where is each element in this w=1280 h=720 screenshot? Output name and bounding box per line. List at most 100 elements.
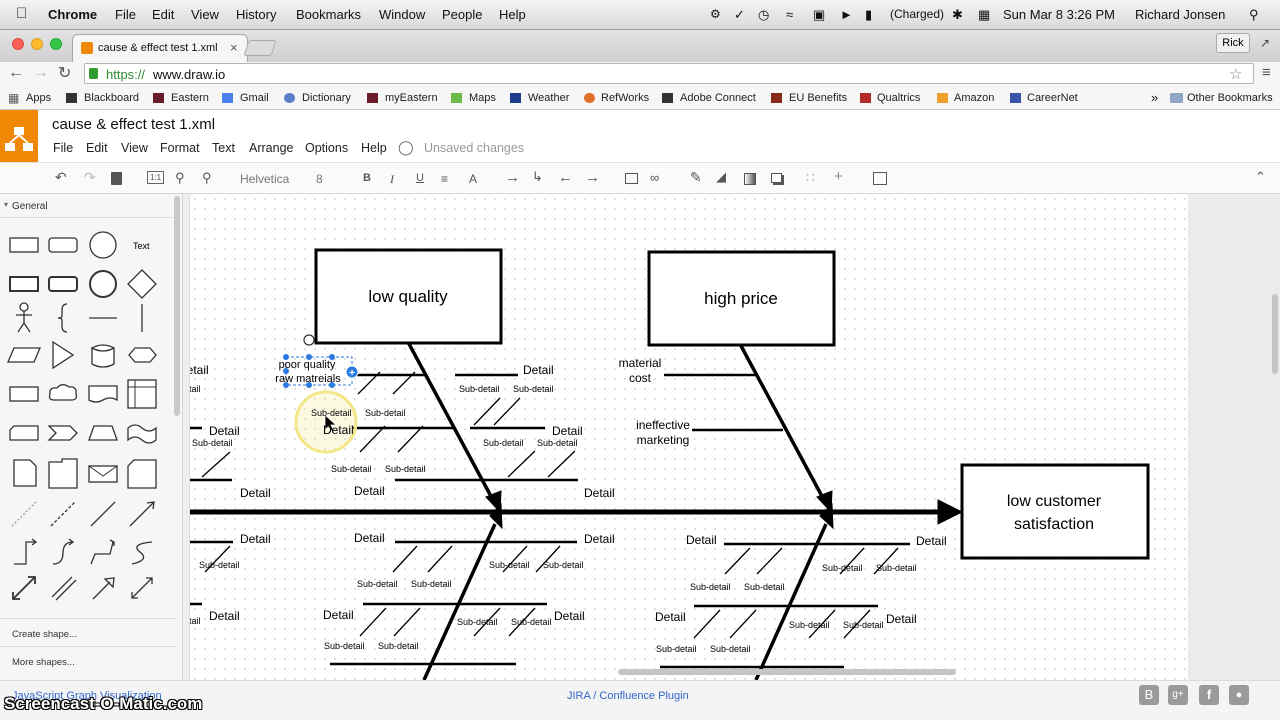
bone-low-quality[interactable] [406, 341, 495, 501]
calendar-icon[interactable]: ▦ [978, 7, 990, 23]
shadow-icon[interactable] [771, 173, 782, 183]
shape-ellipse[interactable] [89, 231, 117, 259]
shape-tape[interactable] [127, 424, 157, 444]
shape-rounded-rectangle[interactable] [48, 237, 78, 253]
blogger-icon[interactable]: B [1139, 685, 1159, 705]
subdetail-label[interactable]: Sub-detail [822, 563, 863, 573]
sidebar-scrollbar[interactable] [174, 196, 180, 416]
actual-size-icon[interactable]: 1:1 [147, 171, 165, 184]
connection-straight-icon[interactable]: → [505, 169, 520, 186]
app-menu-view[interactable]: View [121, 141, 148, 155]
shape-step[interactable] [47, 425, 78, 441]
subdetail-label[interactable]: Sub-detail [365, 408, 406, 418]
font-family-select[interactable]: Helvetica [240, 172, 289, 186]
minimize-window-button[interactable] [31, 38, 43, 50]
align-icon[interactable]: ≡ [441, 172, 448, 186]
detail-label[interactable]: Detail [240, 532, 271, 546]
shape-process[interactable] [9, 386, 39, 402]
subdetail-label[interactable]: Sub-detail [489, 560, 530, 570]
shape-flow-arrow[interactable] [92, 577, 115, 600]
bookmark-blackboard[interactable]: Blackboard [84, 92, 139, 104]
time-machine-icon[interactable]: ◷ [758, 7, 769, 23]
subdetail-label[interactable]: Sub-detail [483, 438, 524, 448]
menu-edit[interactable]: Edit [152, 7, 174, 22]
shape-dashed-line[interactable] [11, 501, 37, 527]
zoom-window-button[interactable] [50, 38, 62, 50]
bookmarks-overflow[interactable]: » [1151, 90, 1158, 105]
subdetail-label[interactable]: Sub-detail [789, 620, 830, 630]
shape-double-arrow[interactable] [131, 577, 153, 599]
detail-label[interactable]: Detail [323, 608, 354, 622]
menu-view[interactable]: View [191, 7, 219, 22]
bookmark-maps[interactable]: Maps [469, 92, 496, 104]
bookmark-other[interactable]: Other Bookmarks [1187, 92, 1273, 104]
subdetail-label[interactable]: Sub-detail [199, 560, 240, 570]
subdetail-label[interactable]: Sub-detail [690, 582, 731, 592]
jira-confluence-link[interactable]: JIRA / Confluence Plugin [567, 690, 689, 702]
facebook-icon[interactable]: f [1199, 685, 1219, 705]
google-plus-icon[interactable]: g+ [1168, 685, 1188, 705]
subdetail-label[interactable]: Sub-detail [744, 582, 785, 592]
apple-icon[interactable]:  [16, 5, 27, 22]
subdetail-label[interactable]: Sub-detail [511, 617, 552, 627]
guides-icon[interactable]: + [834, 168, 843, 185]
shape-curly-bracket[interactable] [57, 303, 68, 333]
shape-elbow-connector[interactable] [90, 539, 115, 565]
image-icon[interactable] [625, 173, 638, 184]
detail-label[interactable]: Detail [584, 486, 615, 500]
subdetail-label[interactable]: Sub-detail [192, 438, 233, 448]
profile-button[interactable]: Rick [1216, 33, 1250, 53]
grid-icon[interactable]: ∷ [806, 169, 815, 186]
rotate-handle-icon[interactable] [303, 334, 315, 346]
line-color-icon[interactable]: ✎ [690, 169, 702, 186]
subdetail-label[interactable]: Sub-detail [411, 579, 452, 589]
drawio-logo[interactable] [0, 110, 38, 162]
status-check-icon[interactable]: ✓ [734, 7, 745, 23]
resize-handle[interactable] [329, 354, 335, 360]
bookmark-weather[interactable]: Weather [528, 92, 569, 104]
horizontal-scrollbar[interactable] [618, 669, 956, 675]
close-window-button[interactable] [12, 38, 24, 50]
subdetail-label[interactable]: Sub-detail [311, 408, 352, 418]
shape-arrow[interactable] [129, 501, 155, 527]
battery-status[interactable]: (Charged) [890, 7, 944, 21]
bookmark-careernet[interactable]: CareerNet [1027, 92, 1078, 104]
shape-hexagon[interactable] [128, 347, 157, 363]
ineffective-marketing-line-1[interactable]: ineffective [636, 418, 690, 432]
subdetail-label[interactable]: Sub-detail [537, 438, 578, 448]
resize-handle[interactable] [283, 382, 289, 388]
shape-curve[interactable] [131, 541, 153, 565]
twitter-icon[interactable]: ● [1229, 685, 1249, 705]
address-bar[interactable]: https:// www.draw.io ☆ [84, 63, 1254, 84]
detail-label[interactable]: Detail [554, 609, 585, 623]
bold-icon[interactable]: B [363, 172, 371, 184]
shape-orthogonal-connector[interactable] [14, 538, 38, 565]
subdetail-label[interactable]: Sub-detail [843, 620, 884, 630]
subdetail-label[interactable]: Sub-detail [656, 644, 697, 654]
shape-internal-storage[interactable] [127, 379, 157, 409]
bookmark-dictionary[interactable]: Dictionary [302, 92, 351, 104]
vertical-scrollbar[interactable] [1272, 294, 1278, 374]
shape-rounded-rectangle-thick[interactable] [48, 276, 78, 292]
diagram-canvas[interactable]: low quality high price low customer sati… [190, 194, 1280, 680]
app-menu-arrange[interactable]: Arrange [249, 141, 293, 155]
shape-circle-thick[interactable] [89, 270, 117, 298]
fill-color-icon[interactable]: ◢ [716, 169, 726, 185]
bookmark-star-icon[interactable]: ☆ [1229, 65, 1242, 83]
create-shape-link[interactable]: Create shape... [0, 618, 176, 646]
menu-help[interactable]: Help [499, 7, 526, 22]
font-color-icon[interactable]: A [469, 172, 477, 186]
shape-folder[interactable] [48, 458, 78, 489]
resize-handle[interactable] [306, 382, 312, 388]
detail-label[interactable]: Detail [209, 424, 240, 438]
resize-handle[interactable] [283, 368, 289, 374]
app-menu-text[interactable]: Text [212, 141, 235, 155]
menu-window[interactable]: Window [379, 7, 425, 22]
wifi-icon[interactable]: ≈ [786, 7, 793, 22]
bone-high-price[interactable] [738, 343, 826, 501]
sidebar-splitter[interactable] [183, 194, 190, 680]
shape-triangle[interactable] [52, 340, 75, 370]
detail-label-cut[interactable]: Detail [190, 363, 209, 377]
menu-bookmarks[interactable]: Bookmarks [296, 7, 361, 22]
subdetail-label[interactable]: Sub-detail [513, 384, 554, 394]
